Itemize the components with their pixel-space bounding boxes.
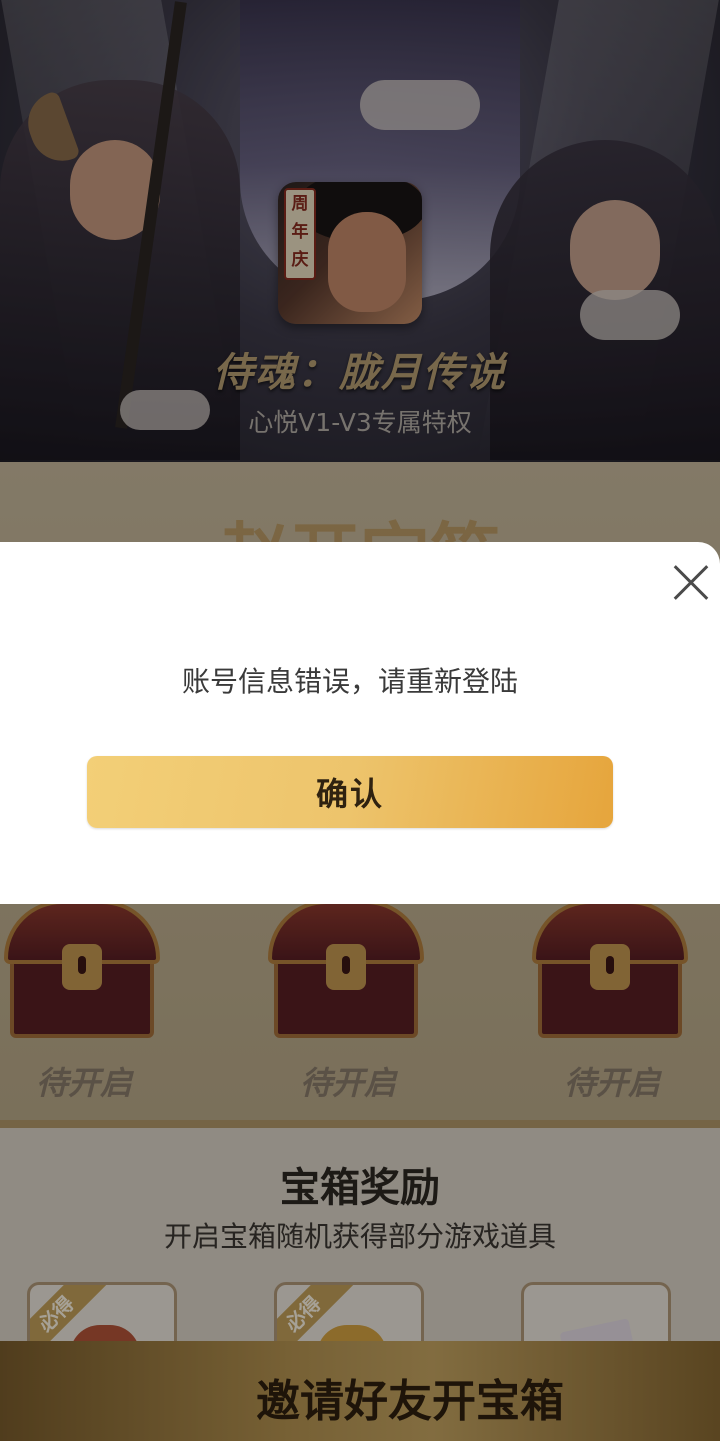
error-dialog	[0, 542, 720, 904]
dialog-message: 账号信息错误，请重新登陆	[181, 665, 518, 698]
confirm-button[interactable]: 确认	[87, 756, 613, 828]
close-icon[interactable]	[668, 560, 714, 606]
